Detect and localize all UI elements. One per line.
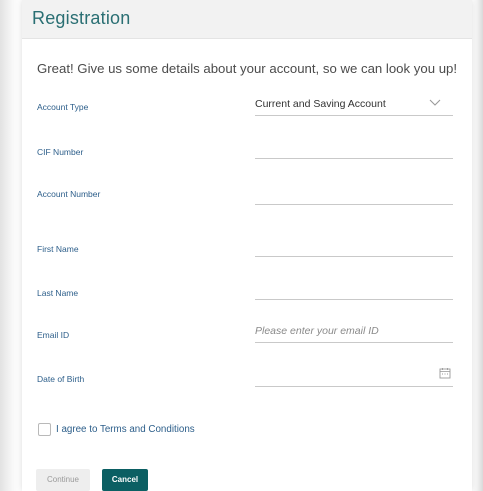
- account-type-select[interactable]: Current and Saving Account: [255, 96, 453, 116]
- dob-input[interactable]: [255, 367, 453, 387]
- first-name-input[interactable]: [255, 237, 453, 257]
- page-title: Registration: [32, 8, 131, 28]
- registration-card: Registration Great! Give us some details…: [22, 0, 472, 491]
- continue-button[interactable]: Continue: [36, 469, 90, 491]
- account-number-label: Account Number: [37, 189, 101, 199]
- terms-checkbox[interactable]: [38, 423, 51, 436]
- calendar-icon[interactable]: [439, 367, 451, 379]
- last-name-input[interactable]: [255, 280, 453, 300]
- account-type-label: Account Type: [37, 102, 89, 112]
- card-header: Registration: [22, 0, 472, 39]
- first-name-label: First Name: [37, 244, 79, 254]
- dob-label: Date of Birth: [37, 374, 85, 384]
- intro-text: Great! Give us some details about your a…: [37, 61, 458, 76]
- account-type-value: Current and Saving Account: [255, 98, 386, 110]
- cancel-button[interactable]: Cancel: [102, 469, 148, 491]
- background-right: [473, 0, 483, 491]
- cif-number-input[interactable]: [255, 139, 453, 159]
- chevron-down-icon[interactable]: [429, 97, 441, 107]
- cif-number-label: CIF Number: [37, 147, 84, 157]
- background-left: [0, 0, 20, 491]
- last-name-label: Last Name: [37, 288, 79, 298]
- email-field[interactable]: Please enter your email ID: [255, 323, 453, 343]
- email-label: Email ID: [37, 330, 70, 340]
- account-number-input[interactable]: [255, 185, 453, 205]
- terms-label[interactable]: I agree to Terms and Conditions: [56, 424, 195, 435]
- app-frame: Registration Great! Give us some details…: [0, 0, 483, 491]
- email-placeholder: Please enter your email ID: [255, 325, 379, 337]
